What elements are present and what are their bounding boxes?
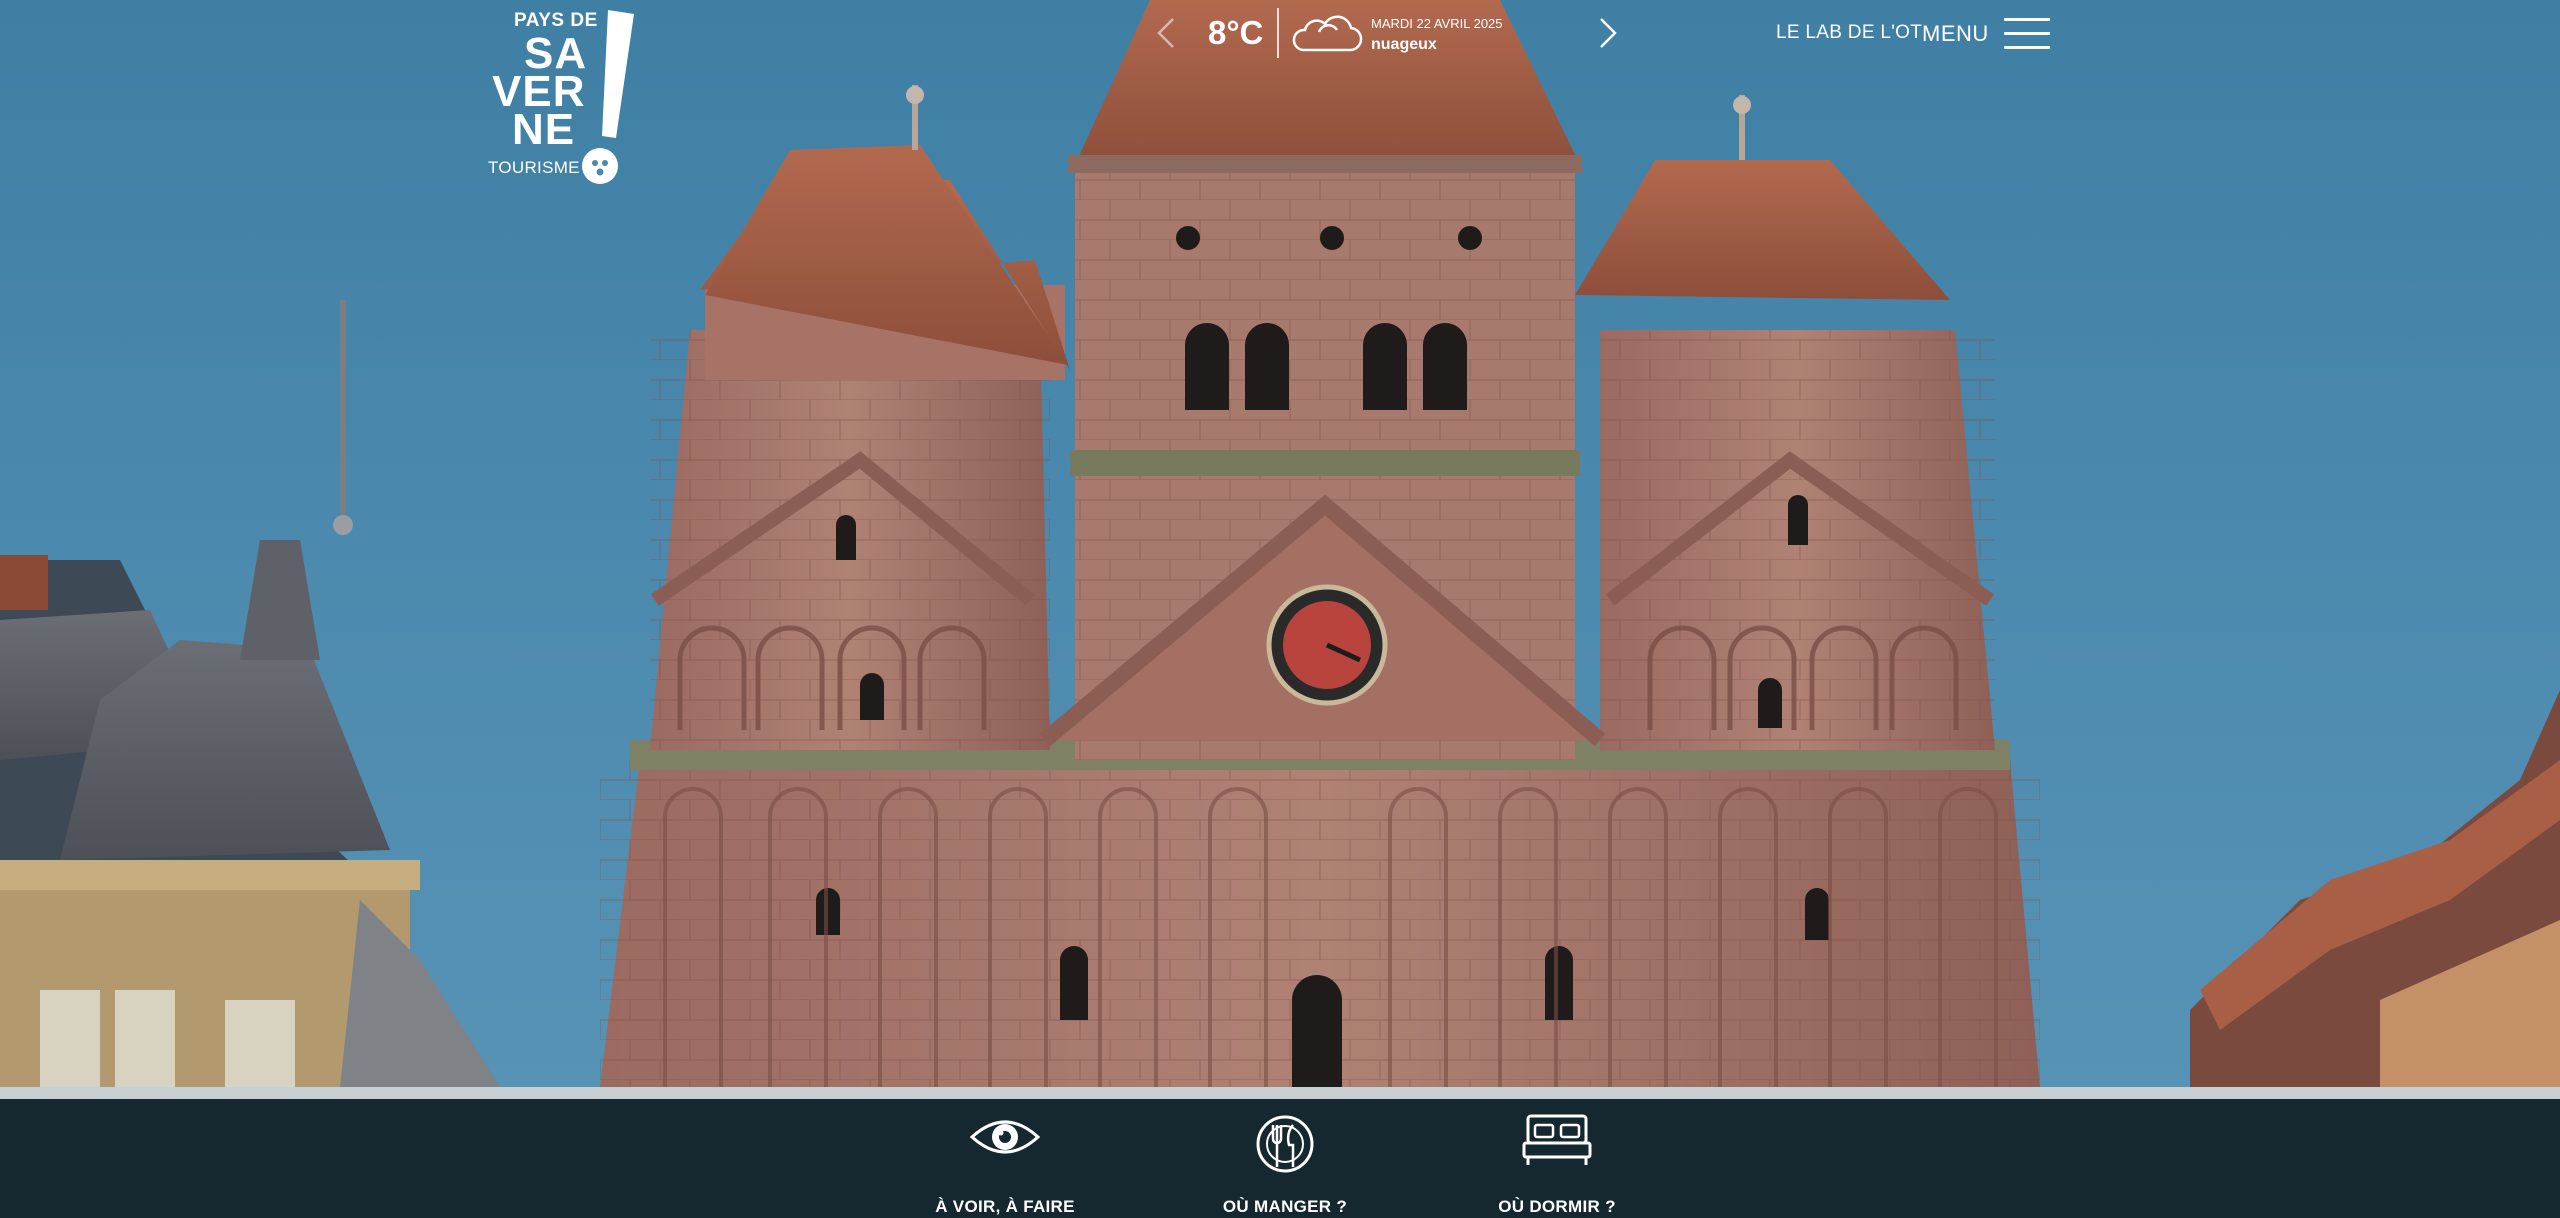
eye-icon: [969, 1120, 1041, 1154]
logo-exclamation-icon: [602, 10, 634, 138]
weather-next-arrow-icon[interactable]: [1597, 16, 1619, 50]
lab-de-lot-link[interactable]: LE LAB DE L'OT: [1776, 22, 1922, 44]
weather-divider: [1277, 8, 1279, 58]
church-facade-illustration: [0, 0, 2560, 1087]
weather-temperature: 8°C: [1208, 14, 1264, 51]
cloud-icon: [1292, 15, 1363, 52]
menu-button[interactable]: MENU: [1920, 14, 2052, 54]
weather-widget: 8°C MARDI 22 AVRIL 2025 nuageux: [1155, 8, 1617, 60]
menu-label: MENU: [1922, 21, 1989, 46]
quick-nav-ou-dormir[interactable]: OÙ DORMIR ?: [1482, 1113, 1632, 1216]
quick-nav-ou-manger-label: OÙ MANGER ?: [1222, 1197, 1348, 1216]
hero-image: [0, 0, 2560, 1087]
hero-bottom-strip: [0, 1087, 2560, 1099]
weather-condition: nuageux: [1371, 36, 1437, 53]
logo-face-icon: [582, 148, 618, 184]
quick-nav-ou-dormir-label: OÙ DORMIR ?: [1498, 1197, 1616, 1216]
logo-text-ne: NE: [512, 105, 576, 154]
weather-prev-arrow-icon[interactable]: [1155, 16, 1177, 50]
logo-text-tourisme: TOURISME: [488, 158, 580, 177]
bottom-quick-nav: À VOIR, À FAIRE OÙ MANGER ? OÙ DORMIR ?: [0, 1099, 2560, 1218]
bed-icon: [1522, 1114, 1592, 1165]
pays-de-saverne-logo[interactable]: PAYS DE SA VER NE TOURISME: [486, 8, 636, 186]
quick-nav-voir-faire-label: À VOIR, À FAIRE: [935, 1197, 1075, 1216]
quick-nav-ou-manger[interactable]: OÙ MANGER ?: [1210, 1113, 1360, 1216]
quick-nav-voir-faire[interactable]: À VOIR, À FAIRE: [930, 1113, 1080, 1216]
weather-date: MARDI 22 AVRIL 2025: [1371, 16, 1503, 31]
cutlery-icon: [1256, 1115, 1314, 1173]
hamburger-icon: [2004, 18, 2050, 50]
